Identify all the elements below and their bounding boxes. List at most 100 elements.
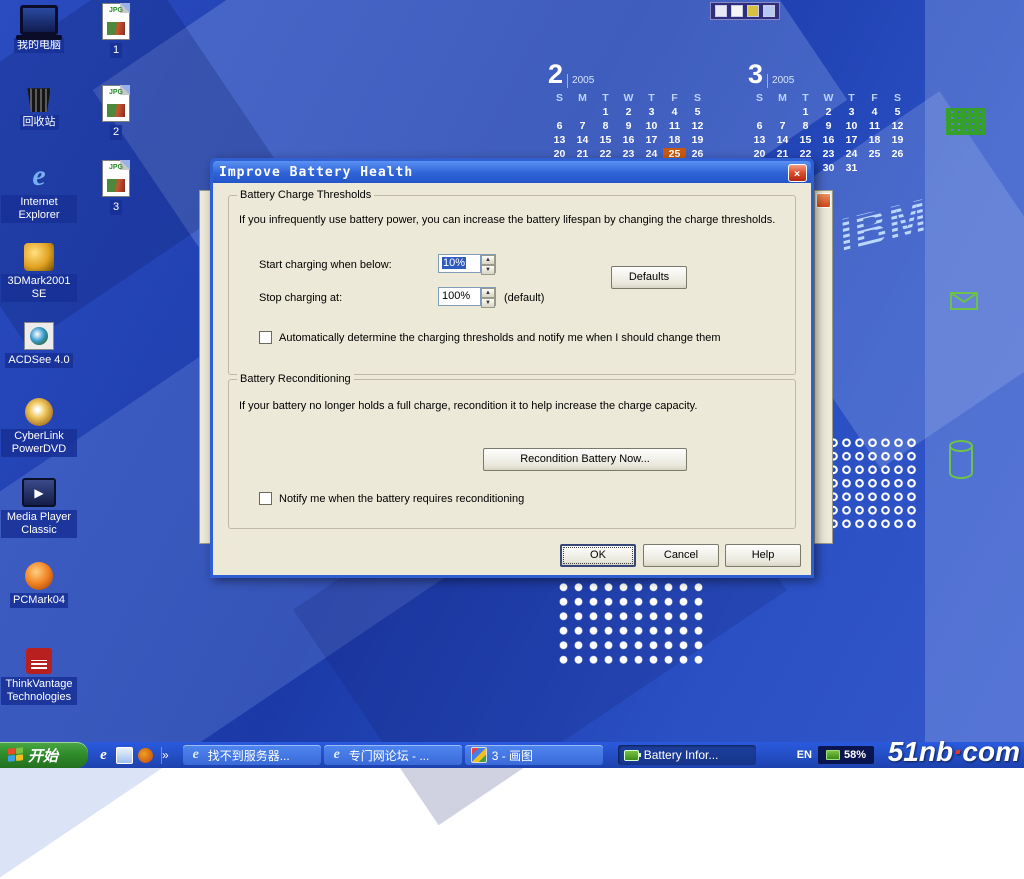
options-icon[interactable] — [747, 5, 759, 17]
close-icon[interactable]: × — [788, 164, 807, 182]
calendar-day — [548, 106, 571, 120]
desktop-icon-mpc[interactable]: ▶ Media Player Classic — [1, 478, 77, 538]
battery-charge-thresholds-group: Battery Charge Thresholds If you infrequ… — [228, 195, 796, 375]
calendar-day: 18 — [863, 134, 886, 148]
background-window-close-icon[interactable] — [816, 193, 831, 208]
help-button[interactable]: Help — [725, 544, 801, 567]
defaults-button[interactable]: Defaults — [611, 266, 687, 289]
calendar-day-header: M — [771, 92, 794, 106]
taskbar: 开始 e » e找不到服务器...e专门网论坛 - ...3 - 画图 Batte… — [0, 742, 1024, 768]
ok-button[interactable]: OK — [560, 544, 636, 567]
auto-determine-checkbox[interactable] — [259, 331, 272, 344]
desktop-icon-powerdvd[interactable]: CyberLink PowerDVD — [1, 398, 77, 457]
recondition-battery-button[interactable]: Recondition Battery Now... — [483, 448, 687, 471]
recycle-bin-icon — [27, 85, 51, 112]
calendar-day: 13 — [548, 134, 571, 148]
spin-down-icon[interactable]: ▼ — [481, 298, 495, 308]
pen-icon[interactable] — [731, 5, 743, 17]
ie-icon: e — [189, 748, 203, 762]
start-charging-spinner[interactable]: 10% ▲ ▼ — [438, 254, 496, 273]
desktop-icon-my-computer[interactable]: 我的电脑 — [1, 5, 77, 53]
windows-flag-icon — [8, 747, 23, 763]
task-buttons: e找不到服务器...e专门网论坛 - ...3 - 画图 Battery Info… — [183, 745, 756, 765]
background-window-right-edge — [814, 190, 833, 544]
calendar-day: 31 — [840, 162, 863, 176]
calendar-day: 4 — [863, 106, 886, 120]
stop-charging-spinner[interactable]: 100% ▲ ▼ — [438, 287, 496, 306]
calendar-day-header: W — [617, 92, 640, 106]
stop-charging-value[interactable]: 100% — [439, 288, 480, 305]
desktop-icon-label: Media Player Classic — [1, 510, 77, 538]
calendar-day-header: T — [640, 92, 663, 106]
calendar-day: 10 — [840, 120, 863, 134]
group-title: Battery Charge Thresholds — [237, 189, 374, 201]
input-icon[interactable] — [715, 5, 727, 17]
cylinder-icon — [948, 440, 974, 480]
calendar-day: 15 — [594, 134, 617, 148]
desktop-icon-acdsee[interactable]: ACDSee 4.0 — [1, 322, 77, 368]
calendar-day: 11 — [663, 120, 686, 134]
calendar-day-header: S — [748, 92, 771, 106]
dialog-titlebar[interactable]: Improve Battery Health × — [213, 161, 811, 183]
chevron-icon[interactable]: » — [162, 748, 169, 762]
desktop-icon-label: CyberLink PowerDVD — [1, 429, 77, 457]
calendar-day: 8 — [794, 120, 817, 134]
start-button[interactable]: 开始 — [0, 742, 88, 768]
calendar-day: 30 — [817, 162, 840, 176]
calendar-day — [571, 106, 594, 120]
desktop-icon-recycle-bin[interactable]: 回收站 — [1, 85, 77, 130]
dialog-title: Improve Battery Health — [219, 165, 413, 180]
desktop-icon-internet-explorer[interactable]: eInternet Explorer — [1, 160, 77, 223]
calendar-day: 23 — [817, 148, 840, 162]
solid-dots-pattern — [556, 580, 708, 666]
taskbar-task[interactable]: Battery Infor... — [618, 745, 756, 765]
taskbar-task[interactable]: e专门网论坛 - ... — [324, 745, 462, 765]
desktop: IBM 22005SMTWTFS123456789101112131415161… — [0, 0, 1024, 768]
stop-charging-label: Stop charging at: — [259, 292, 342, 304]
spin-down-icon[interactable]: ▼ — [481, 265, 495, 275]
cancel-button[interactable]: Cancel — [643, 544, 719, 567]
spin-up-icon[interactable]: ▲ — [481, 255, 495, 265]
language-bar[interactable] — [710, 2, 780, 20]
keyboard-icon[interactable] — [763, 5, 775, 17]
task-label: Battery Infor... — [644, 748, 719, 762]
desktop-icon-jpg-file[interactable]: JPG3 — [78, 160, 154, 215]
mpc-icon: ▶ — [22, 478, 56, 507]
thinkvantage-icon — [26, 648, 52, 674]
calendar-day: 12 — [886, 120, 909, 134]
battery-reconditioning-group: Battery Reconditioning If your battery n… — [228, 379, 796, 529]
calendar-day: 6 — [548, 120, 571, 134]
calendar-day: 16 — [817, 134, 840, 148]
improve-battery-health-dialog: Improve Battery Health × Battery Charge … — [210, 158, 814, 578]
calendar-day-header: M — [571, 92, 594, 106]
desktop-icon-thinkvantage[interactable]: ThinkVantage Technologies — [1, 648, 77, 705]
calendar-day: 9 — [817, 120, 840, 134]
notify-reconditioning-checkbox[interactable] — [259, 492, 272, 505]
desktop-icon-label: 回收站 — [20, 115, 59, 130]
battery-indicator[interactable]: 58% — [818, 746, 874, 764]
desktop-icon-jpg-file[interactable]: JPG2 — [78, 85, 154, 140]
desktop-icon-3dmark2001[interactable]: 3DMark2001 SE — [1, 243, 77, 302]
desktop-icon-label: 我的电脑 — [14, 38, 64, 53]
show-desktop-icon[interactable] — [116, 747, 133, 764]
desktop-icon-pcmark04[interactable]: PCMark04 — [1, 562, 77, 608]
start-charging-value[interactable]: 10% — [439, 255, 480, 272]
ie-icon[interactable]: e — [96, 748, 111, 763]
calendar-day: 3 — [640, 106, 663, 120]
language-indicator[interactable]: EN — [797, 749, 812, 761]
calendar-day: 7 — [571, 120, 594, 134]
internet-explorer-icon: e — [21, 160, 57, 192]
desktop-icon-label: 3 — [110, 200, 122, 215]
calendar-month: 3 — [748, 61, 763, 88]
taskbar-task[interactable]: e找不到服务器... — [183, 745, 321, 765]
taskbar-task[interactable]: 3 - 画图 — [465, 745, 603, 765]
calendar-day: 7 — [771, 120, 794, 134]
desktop-icon-jpg-file[interactable]: JPG1 — [78, 3, 154, 58]
thresholds-description: If you infrequently use battery power, y… — [239, 214, 787, 226]
calendar-day-header: T — [594, 92, 617, 106]
reconditioning-description: If your battery no longer holds a full c… — [239, 400, 787, 412]
media-icon[interactable] — [138, 748, 153, 763]
quick-launch: e — [88, 747, 162, 764]
spin-up-icon[interactable]: ▲ — [481, 288, 495, 298]
calendar-day: 2 — [817, 106, 840, 120]
